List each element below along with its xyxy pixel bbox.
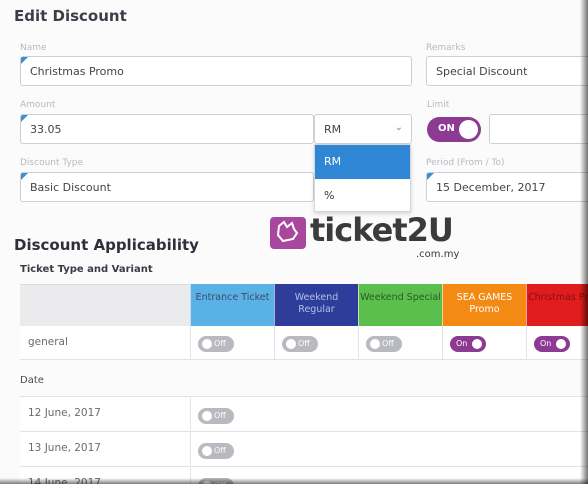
column-header: Weekend Regular	[274, 284, 358, 326]
required-marker-icon	[21, 57, 28, 64]
toggle-state: Off	[382, 339, 394, 348]
currency-selected-value: RM	[324, 123, 342, 136]
screen-edge	[0, 478, 588, 484]
toggle-knob	[202, 411, 212, 421]
column-header: Christmas Promo	[526, 284, 588, 326]
toggle-switch[interactable]: Off	[198, 336, 234, 352]
toggle-knob	[202, 446, 212, 456]
toggle-switch[interactable]: Off	[282, 336, 318, 352]
toggle-switch[interactable]: Off	[366, 336, 402, 352]
cell-divider	[190, 326, 191, 359]
toggle-knob	[459, 120, 478, 139]
remarks-label: Remarks	[426, 43, 466, 53]
ticket2u-logo: ticket2U .com.my	[270, 211, 470, 269]
required-marker-icon	[427, 173, 434, 180]
toggle-knob	[472, 339, 482, 349]
name-label: Name	[20, 43, 47, 53]
cell-divider	[190, 432, 191, 465]
required-marker-icon	[21, 173, 28, 180]
period-field[interactable]: 15 December, 2017	[426, 172, 588, 202]
table-row: general Off Off Off On On	[20, 326, 588, 360]
cell-divider	[526, 326, 527, 359]
cell-divider	[190, 397, 191, 430]
toggle-switch[interactable]: On	[450, 336, 486, 352]
currency-option-percent[interactable]: %	[315, 179, 410, 213]
currency-option-rm[interactable]: RM	[315, 145, 410, 179]
toggle-state: Off	[214, 339, 226, 348]
page-title: Edit Discount	[14, 7, 127, 25]
period-value: 15 December, 2017	[436, 181, 546, 194]
discount-type-label: Discount Type	[20, 158, 84, 168]
currency-select[interactable]: RM ⌄	[314, 114, 412, 144]
limit-toggle[interactable]: ON	[427, 117, 481, 142]
date-label: Date	[20, 375, 44, 386]
discount-type-field[interactable]: Basic Discount	[20, 172, 314, 202]
limit-field[interactable]	[489, 114, 588, 144]
toggle-knob	[286, 339, 296, 349]
ticket-cat-icon	[270, 217, 306, 249]
column-header: Entrance Ticket	[190, 284, 274, 326]
section-title: Discount Applicability	[14, 236, 199, 254]
column-header: SEA GAMES Promo	[442, 284, 526, 326]
currency-dropdown: RM %	[314, 144, 411, 212]
date-row: 13 June, 2017 Off	[20, 431, 588, 465]
date-value: 12 June, 2017	[28, 407, 101, 419]
edit-discount-panel: Edit Discount Name Christmas Promo Remar…	[0, 0, 588, 484]
toggle-knob	[202, 339, 212, 349]
variant-label: general	[28, 336, 68, 348]
chevron-down-icon: ⌄	[394, 122, 403, 133]
toggle-switch[interactable]: Off	[198, 408, 234, 424]
toggle-state: On	[456, 339, 468, 348]
toggle-state: Off	[214, 446, 226, 455]
limit-label: Limit	[427, 100, 450, 110]
cell-divider	[442, 326, 443, 359]
name-field[interactable]: Christmas Promo	[20, 56, 412, 86]
table-header-blank	[20, 284, 190, 326]
amount-field[interactable]: 33.05	[20, 114, 314, 144]
toggle-state: On	[540, 339, 552, 348]
amount-value: 33.05	[30, 123, 62, 136]
toggle-state: Off	[214, 411, 226, 420]
section-subtitle: Ticket Type and Variant	[20, 264, 153, 275]
column-header: Weekend Special	[358, 284, 442, 326]
toggle-switch[interactable]: On	[534, 336, 570, 352]
toggle-switch[interactable]: Off	[198, 443, 234, 459]
discount-type-value: Basic Discount	[30, 181, 111, 194]
name-value: Christmas Promo	[30, 65, 124, 78]
amount-label: Amount	[20, 100, 56, 110]
required-marker-icon	[21, 115, 28, 122]
screen-edge	[580, 0, 588, 484]
logo-wordmark: ticket2U	[310, 211, 454, 249]
remarks-value: Special Discount	[436, 65, 528, 78]
toggle-knob	[370, 339, 380, 349]
period-label: Period (From / To)	[426, 158, 505, 168]
date-value: 13 June, 2017	[28, 442, 101, 454]
logo-domain: .com.my	[416, 249, 460, 260]
toggle-knob	[556, 339, 566, 349]
date-row: 12 June, 2017 Off	[20, 396, 588, 430]
toggle-state: Off	[298, 339, 310, 348]
cell-divider	[358, 326, 359, 359]
cell-divider	[274, 326, 275, 359]
limit-toggle-text: ON	[438, 123, 455, 134]
remarks-field[interactable]: Special Discount	[426, 56, 588, 86]
